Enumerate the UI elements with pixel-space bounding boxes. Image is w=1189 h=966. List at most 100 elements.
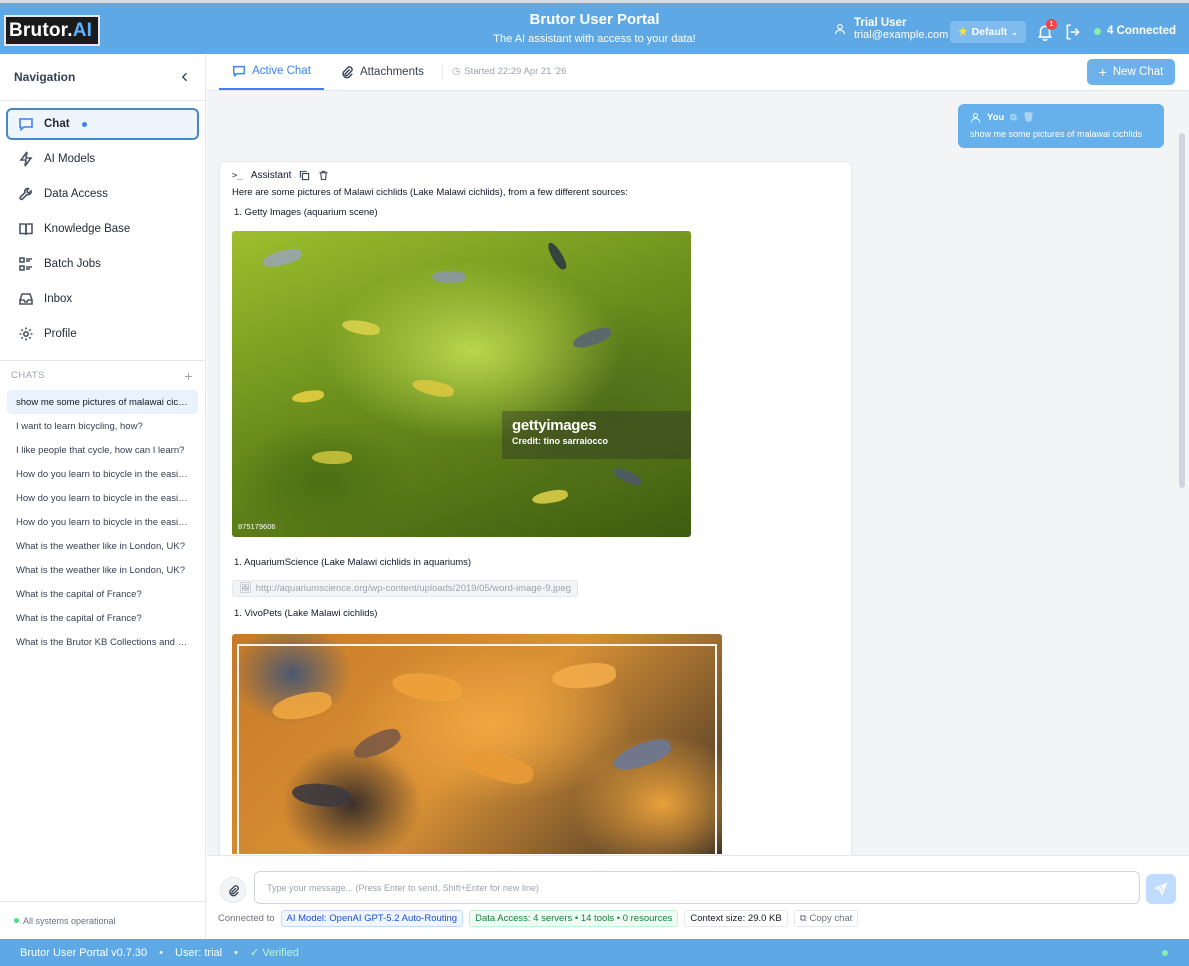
chat-title: How do you learn to bicycle in the easie… xyxy=(16,516,189,528)
tab-attachments[interactable]: Attachments xyxy=(340,54,424,90)
copy-icon[interactable] xyxy=(299,170,310,181)
chat-list-item[interactable]: I want to learn bicycling, how? xyxy=(7,414,198,438)
chat-list-item[interactable]: What is the capital of France? xyxy=(7,606,198,630)
sidebar-item-label: Chat xyxy=(44,118,70,130)
wrench-icon xyxy=(19,187,32,201)
cichlid-photo-vivopets[interactable] xyxy=(232,634,722,854)
paperclip-icon xyxy=(228,884,239,896)
user-message: You ⧉ 🗑 show me some pictures of malawai… xyxy=(958,104,1164,148)
list-item: 1. Getty Images (aquarium scene) xyxy=(234,207,378,218)
list-item: 1. AquariumScience (Lake Malawi cichlids… xyxy=(234,557,472,568)
chats-header: CHATS + xyxy=(0,361,205,390)
send-button[interactable] xyxy=(1146,874,1176,904)
chat-title: How do you learn to bicycle in the easie… xyxy=(16,492,189,504)
model-chip[interactable]: AI Model: OpenAI GPT-5.2 Auto-Routing xyxy=(280,910,464,927)
clock-icon: ◷ xyxy=(452,66,461,77)
context-size-chip: Context size: 29.0 KB xyxy=(684,910,788,927)
cichlid-photo-getty[interactable]: gettyimages Credit: tino sarraiocco 8751… xyxy=(232,231,691,537)
chat-list-item[interactable]: How do you learn to bicycle in the easie… xyxy=(7,486,198,510)
sidebar-item-label: Profile xyxy=(44,328,77,340)
message-input[interactable] xyxy=(254,871,1140,904)
preset-label: Default xyxy=(971,26,1008,38)
sidebar-item-label: Knowledge Base xyxy=(44,223,131,235)
chat-list-item[interactable]: show me some pictures of malawai cichlid… xyxy=(7,390,198,414)
sidebar-item-knowledge-base[interactable]: Knowledge Base xyxy=(6,213,199,245)
sidebar-item-inbox[interactable]: Inbox xyxy=(6,283,199,315)
chat-list-item[interactable]: I like people that cycle, how can I lear… xyxy=(7,438,198,462)
bolt-icon xyxy=(19,151,33,167)
preset-dropdown[interactable]: ★ Default ⌄ xyxy=(950,21,1026,43)
version-label: Brutor User Portal v0.7.30 xyxy=(20,946,148,959)
chat-started-time: ◷ Started 22:29 Apr 21 '26 xyxy=(452,66,566,77)
connected-label: 4 Connected xyxy=(1107,25,1177,37)
chevron-down-icon: ⌄ xyxy=(1011,27,1018,37)
star-icon: ★ xyxy=(958,26,968,38)
chat-title: What is the weather like in London, UK? xyxy=(16,540,185,552)
chat-list-item[interactable]: What is the weather like in London, UK? xyxy=(7,558,198,582)
sidebar-item-ai-models[interactable]: AI Models xyxy=(6,143,199,175)
chat-title: What is the weather like in London, UK? xyxy=(16,564,185,576)
trash-icon[interactable] xyxy=(318,170,329,181)
chats-heading: CHATS xyxy=(11,370,45,381)
chat-list-item[interactable]: How do you learn to bicycle in the easie… xyxy=(7,462,198,486)
user-icon xyxy=(970,112,981,123)
trash-icon[interactable]: 🗑 xyxy=(1023,112,1034,123)
scrollbar[interactable] xyxy=(1179,133,1185,488)
tab-active-chat[interactable]: Active Chat xyxy=(219,54,324,90)
chat-title: How do you learn to bicycle in the easie… xyxy=(16,468,189,480)
tab-bar: Active Chat Attachments ◷ Started 22:29 … xyxy=(207,54,1189,91)
copy-icon: ⧉ xyxy=(799,913,807,924)
chat-list-item[interactable]: What is the weather like in London, UK? xyxy=(7,534,198,558)
paperclip-icon xyxy=(342,66,353,79)
sidebar-item-label: Inbox xyxy=(44,293,73,305)
logout-icon[interactable] xyxy=(1064,23,1082,41)
sidebar-item-batch-jobs[interactable]: Batch Jobs xyxy=(6,248,199,280)
connection-status[interactable]: 4 Connected xyxy=(1094,25,1176,37)
assistant-intro: Here are some pictures of Malawi cichlid… xyxy=(232,187,628,198)
conversation-area[interactable]: You ⧉ 🗑 show me some pictures of malawai… xyxy=(207,91,1189,855)
notification-badge: 1 xyxy=(1046,19,1057,30)
separator: • xyxy=(159,946,164,959)
watermark-brand: gettyimages xyxy=(512,417,597,434)
sidebar-item-label: Data Access xyxy=(44,188,108,200)
logo-text: Brutor. xyxy=(9,20,73,41)
chat-list-item[interactable]: What is the capital of France? xyxy=(7,582,198,606)
main-panel: Active Chat Attachments ◷ Started 22:29 … xyxy=(207,54,1189,939)
list-item: 1. VivoPets (Lake Malawi cichlids) xyxy=(234,608,378,619)
copy-chat-button[interactable]: ⧉ Copy chat xyxy=(793,910,859,927)
status-dot xyxy=(14,918,19,923)
chat-list-item[interactable]: What is the Brutor KB Collections and Kn… xyxy=(7,630,198,654)
status-footer: Brutor User Portal v0.7.30 • User: trial… xyxy=(0,939,1189,966)
add-chat-icon[interactable]: + xyxy=(184,368,193,384)
nav-list: Chat AI Models Data Access Knowledge Bas… xyxy=(0,101,205,360)
chat-list-item[interactable]: How do you learn to bicycle in the easie… xyxy=(7,510,198,534)
terminal-icon: >_ xyxy=(232,170,243,181)
user-icon xyxy=(834,23,846,35)
brand-logo[interactable]: Brutor.AI xyxy=(4,15,100,46)
started-label: Started 22:29 Apr 21 '26 xyxy=(464,66,567,77)
user-message-text: show me some pictures of malawai cichlid… xyxy=(970,129,1143,139)
new-chat-button[interactable]: + New Chat xyxy=(1087,59,1175,85)
copy-icon[interactable]: ⧉ xyxy=(1010,112,1016,123)
collapse-sidebar-icon[interactable] xyxy=(179,71,191,83)
sidebar-title: Navigation xyxy=(14,70,76,84)
list-icon xyxy=(19,257,32,271)
sidebar-item-chat[interactable]: Chat xyxy=(6,108,199,140)
sidebar-item-profile[interactable]: Profile xyxy=(6,318,199,350)
separator: • xyxy=(234,946,238,959)
data-access-chip[interactable]: Data Access: 4 servers • 14 tools • 0 re… xyxy=(469,910,679,927)
message-composer: Connected to AI Model: OpenAI GPT-5.2 Au… xyxy=(207,855,1189,939)
attach-button[interactable] xyxy=(220,877,246,903)
broken-image-link[interactable]: 🖼 http://aquariumscience.org/wp-content/… xyxy=(232,578,839,597)
sidebar-item-data-access[interactable]: Data Access xyxy=(6,178,199,210)
watermark-credit: Credit: tino sarraiocco xyxy=(512,436,609,446)
logo-accent: AI xyxy=(72,20,93,41)
sidebar-header: Navigation xyxy=(0,54,205,101)
photo-id: 875179606 xyxy=(238,522,276,531)
tab-divider xyxy=(442,65,443,79)
user-name: Trial User xyxy=(854,17,907,29)
user-info[interactable]: Trial User trial@example.com xyxy=(834,17,948,41)
assistant-message: >_ Assistant Here are some pictures of M… xyxy=(219,161,852,855)
inbox-icon xyxy=(19,293,33,305)
footer-user: User: trial xyxy=(175,946,223,959)
